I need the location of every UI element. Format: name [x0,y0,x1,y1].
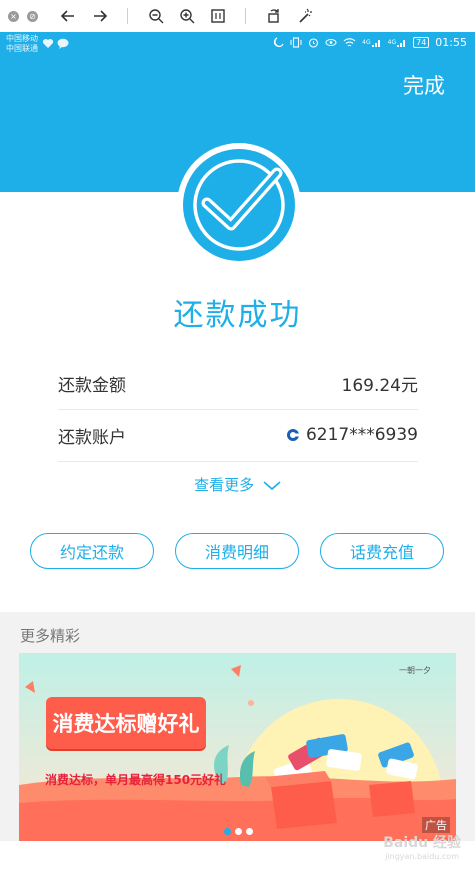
check-inner-circle [183,149,295,261]
carousel-dots [224,828,257,835]
battery-level: 74 [413,37,430,48]
promo-subline: 消费达标，单月最高得150元好礼 [45,773,227,787]
alarm-icon [308,37,319,48]
repay-account-value-wrap: 6217***6939 [286,425,418,445]
promo-banner[interactable]: 一朝一夕 消费达标赠好礼 消费达标，单月最高得150元好礼 广告 [19,653,456,841]
promo-headline: 消费达标赠好礼 [46,697,206,749]
watermark: Baidu 经验 [383,835,461,851]
watermark-sub: jingyan.baidu.com [385,852,459,861]
carousel-dot[interactable] [246,828,253,835]
viewer-toolbar: × ⊘ [0,0,475,33]
done-button[interactable]: 完成 [403,70,445,100]
signal-1-icon: 4G [362,38,381,48]
fit-screen-icon[interactable] [208,6,228,26]
repay-account-value: 6217***6939 [305,425,418,445]
zoom-out-icon[interactable] [146,6,166,26]
close-dot-icon[interactable]: × [8,10,19,22]
more-section-title: 更多精彩 [20,627,81,645]
view-more-link[interactable]: 查看更多 [0,474,475,495]
status-bar: 中国移动 中国联通 4G 4G 74 01:55 [0,32,475,56]
carrier-info: 中国移动 中国联通 [6,34,38,54]
carousel-dot[interactable] [235,828,242,835]
forward-arrow-icon[interactable] [90,6,110,26]
repay-account-row: 还款账户 6217***6939 [58,409,418,462]
zoom-in-icon[interactable] [177,6,197,26]
toolbar-divider [245,8,246,24]
wifi-icon [343,37,356,48]
phone-topup-button[interactable]: 话费充值 [320,533,444,569]
success-title: 还款成功 [173,298,302,333]
repay-account-label: 还款账户 [58,427,126,448]
eye-icon [325,37,337,48]
banner-slogan-mark: 一朝一夕 [399,665,431,675]
scheduled-repay-button[interactable]: 约定还款 [30,533,154,569]
signal-2-icon: 4G [388,38,407,48]
toolbar-divider [127,8,128,24]
repay-amount-label: 还款金额 [58,375,126,396]
vibrate-icon [290,37,302,48]
heart-icon [42,39,54,48]
repay-amount-value: 169.24元 [341,375,418,396]
status-icons: 4G 4G 74 01:55 [267,36,467,49]
carousel-dot[interactable] [224,828,231,835]
carrier-2: 中国联通 [6,44,38,53]
chat-bubble-icon [57,38,69,49]
ad-tag: 广告 [422,817,450,833]
chevron-down-icon [263,477,281,495]
moon-icon [273,37,284,48]
check-mark-icon [193,159,285,251]
clock-time: 01:55 [435,36,467,49]
bank-logo-icon [286,429,299,441]
back-arrow-icon[interactable] [58,6,78,26]
magic-wand-icon[interactable] [295,6,315,26]
view-more-label: 查看更多 [194,476,255,494]
carrier-1: 中国移动 [6,34,38,43]
block-dot-icon[interactable]: ⊘ [27,10,38,22]
repay-amount-row: 还款金额 169.24元 [58,357,418,410]
spending-details-button[interactable]: 消费明细 [175,533,299,569]
rotate-icon[interactable] [264,6,284,26]
success-check-badge [177,143,301,267]
